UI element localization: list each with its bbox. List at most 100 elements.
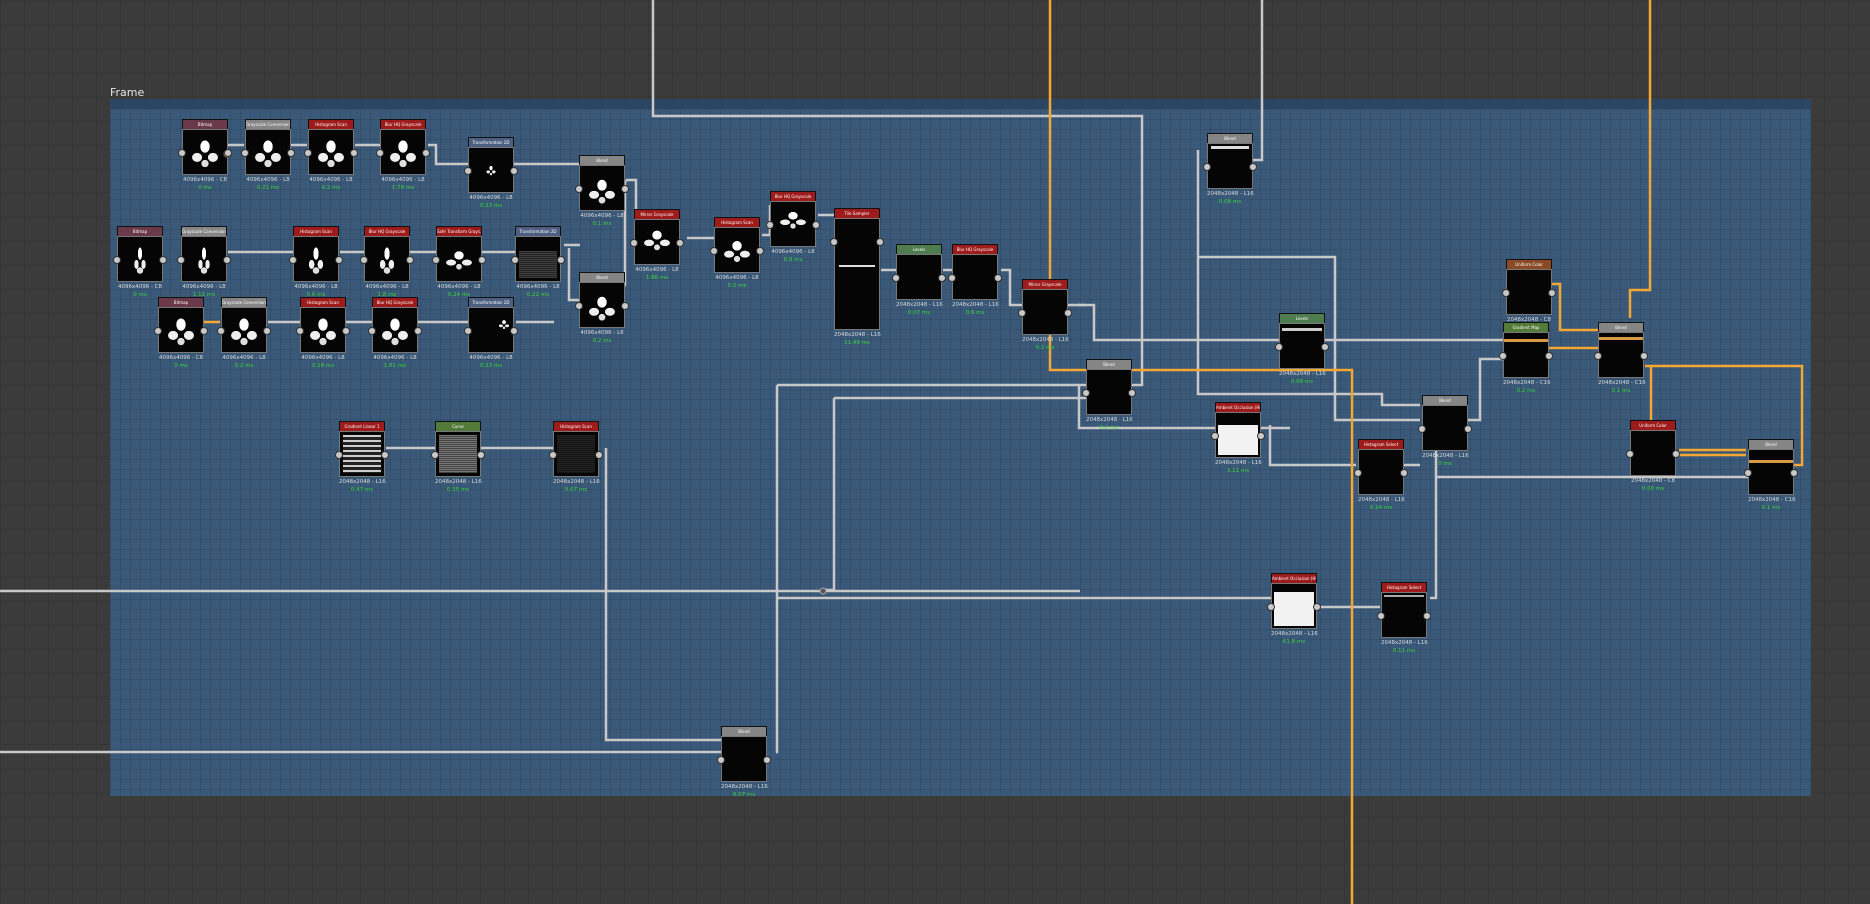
output-port[interactable] xyxy=(1423,612,1431,620)
input-port[interactable] xyxy=(431,451,439,459)
node-blend-8[interactable]: Blend 2048x2048 - L16 0.07 ms xyxy=(717,726,771,798)
output-port[interactable] xyxy=(342,327,350,335)
output-port[interactable] xyxy=(1249,163,1257,171)
input-port[interactable] xyxy=(178,149,186,157)
node-safe-transform-grayscale[interactable]: Safe Transform Grays... 4096x4096 - L8 0.2… xyxy=(432,226,486,298)
input-port[interactable] xyxy=(948,274,956,282)
output-port[interactable] xyxy=(938,274,946,282)
output-port[interactable] xyxy=(1313,603,1321,611)
input-port[interactable] xyxy=(1267,603,1275,611)
output-port[interactable] xyxy=(763,756,771,764)
node-histogram-scan-1[interactable]: Histogram Scan 4096x4096 - L8 0.2 ms xyxy=(304,119,358,191)
node-bitmap-1[interactable]: Bitmap 4096x4096 - C8 0 ms xyxy=(178,119,232,191)
input-port[interactable] xyxy=(717,756,725,764)
node-ambient-occlusion-2[interactable]: Ambient Occlusion (HB... 2048x2048 - L16 6… xyxy=(1267,573,1321,645)
node-blend-7[interactable]: Blend 2048x2048 - C16 0.1 ms xyxy=(1744,439,1798,511)
input-port[interactable] xyxy=(241,149,249,157)
node-tile-sampler[interactable]: Tile Sampler 2048x2048 - L16 11.49 ms xyxy=(830,208,884,346)
node-uniform-color-1[interactable]: Uniform Color 2048x2048 - C8 xyxy=(1502,259,1556,325)
output-port[interactable] xyxy=(350,149,358,157)
output-port[interactable] xyxy=(1790,469,1798,477)
node-ambient-occlusion-1[interactable]: Ambient Occlusion (HB... 2048x2048 - L16 3… xyxy=(1211,402,1265,474)
node-levels-1[interactable]: Levels 2048x2048 - L16 0.07 ms xyxy=(892,244,946,316)
output-port[interactable] xyxy=(1548,289,1556,297)
output-port[interactable] xyxy=(159,256,167,264)
node-histogram-scan-2[interactable]: Histogram Scan 4096x4096 - L8 0.6 ms xyxy=(289,226,343,298)
node-curve[interactable]: Curve 2048x2048 - L16 0.35 ms xyxy=(431,421,485,493)
output-port[interactable] xyxy=(812,221,820,229)
output-port[interactable] xyxy=(478,256,486,264)
input-port[interactable] xyxy=(464,327,472,335)
output-port[interactable] xyxy=(1400,469,1408,477)
output-port[interactable] xyxy=(1545,352,1553,360)
node-transformation-2d-2[interactable]: Transformation 2D 4096x4096 - L8 0.22 ms xyxy=(511,226,565,298)
node-transformation-2d-1[interactable]: Transformation 2D 4096x4096 - L8 0.23 ms xyxy=(464,137,518,209)
output-port[interactable] xyxy=(477,451,485,459)
node-blur-hq-grayscale-4[interactable]: Blur HQ Grayscale 4096x4096 - L8 0.8 ms xyxy=(766,191,820,263)
output-port[interactable] xyxy=(994,274,1002,282)
output-port[interactable] xyxy=(1257,432,1265,440)
node-blend-5[interactable]: Blend 2048x2048 - L16 0 ms xyxy=(1418,395,1472,467)
node-blend-4[interactable]: Blend 2048x2048 - L16 0.08 ms xyxy=(1203,133,1257,205)
input-port[interactable] xyxy=(1377,612,1385,620)
input-port[interactable] xyxy=(1275,343,1283,351)
node-blur-hq-grayscale-5[interactable]: Blur HQ Grayscale 2048x2048 - L16 0.6 ms xyxy=(948,244,1002,316)
node-blend-2[interactable]: Blend 4096x4096 - L8 0.2 ms xyxy=(575,272,629,344)
node-histogram-select-1[interactable]: Histogram Select 2048x2048 - L16 0.14 ms xyxy=(1354,439,1408,511)
node-blur-hq-grayscale-3[interactable]: Blur HQ Grayscale 4096x4096 - L8 1.61 ms xyxy=(368,297,422,369)
input-port[interactable] xyxy=(432,256,440,264)
input-port[interactable] xyxy=(335,451,343,459)
input-port[interactable] xyxy=(1594,352,1602,360)
output-port[interactable] xyxy=(510,167,518,175)
output-port[interactable] xyxy=(1672,450,1680,458)
output-port[interactable] xyxy=(676,239,684,247)
input-port[interactable] xyxy=(1744,469,1752,477)
node-blur-hq-grayscale-2[interactable]: Blur HQ Grayscale 4096x4096 - L8 1.8 ms xyxy=(360,226,414,298)
node-gradient-map[interactable]: Gradient Map 2048x2048 - C16 0.2 ms xyxy=(1499,322,1553,394)
input-port[interactable] xyxy=(296,327,304,335)
input-port[interactable] xyxy=(1626,450,1634,458)
output-port[interactable] xyxy=(621,185,629,193)
node-bitmap-2[interactable]: Bitmap 4096x4096 - C8 0 ms xyxy=(113,226,167,298)
input-port[interactable] xyxy=(376,149,384,157)
output-port[interactable] xyxy=(1064,309,1072,317)
node-transformation-2d-3[interactable]: Transformation 2D 4096x4096 - L8 0.23 ms xyxy=(464,297,518,369)
input-port[interactable] xyxy=(630,239,638,247)
output-port[interactable] xyxy=(510,327,518,335)
output-port[interactable] xyxy=(223,256,231,264)
input-port[interactable] xyxy=(1502,289,1510,297)
input-port[interactable] xyxy=(360,256,368,264)
input-port[interactable] xyxy=(892,274,900,282)
input-port[interactable] xyxy=(830,238,838,246)
input-port[interactable] xyxy=(575,185,583,193)
input-port[interactable] xyxy=(464,167,472,175)
input-port[interactable] xyxy=(154,327,162,335)
node-mirror-grayscale-1[interactable]: Mirror Grayscale 4096x4096 - L8 1.86 ms xyxy=(630,209,684,281)
node-histogram-scan-5[interactable]: Histogram Scan 2048x2048 - L16 0.07 ms xyxy=(549,421,603,493)
node-blur-hq-grayscale-1[interactable]: Blur HQ Grayscale 4096x4096 - L8 1.78 ms xyxy=(376,119,430,191)
input-port[interactable] xyxy=(1211,432,1219,440)
node-grayscale-conversion-2[interactable]: Grayscale Conversion 4096x4096 - L8 1.11 m… xyxy=(177,226,231,298)
input-port[interactable] xyxy=(217,327,225,335)
input-port[interactable] xyxy=(549,451,557,459)
output-port[interactable] xyxy=(224,149,232,157)
input-port[interactable] xyxy=(177,256,185,264)
node-grayscale-conversion-3[interactable]: Grayscale Conversion 4096x4096 - L8 0.2 ms xyxy=(217,297,271,369)
output-port[interactable] xyxy=(287,149,295,157)
output-port[interactable] xyxy=(381,451,389,459)
output-port[interactable] xyxy=(1128,389,1136,397)
input-port[interactable] xyxy=(368,327,376,335)
node-blend-1[interactable]: Blend 4096x4096 - L8 0.1 ms xyxy=(575,155,629,227)
output-port[interactable] xyxy=(595,451,603,459)
input-port[interactable] xyxy=(304,149,312,157)
output-port[interactable] xyxy=(406,256,414,264)
output-port[interactable] xyxy=(414,327,422,335)
output-port[interactable] xyxy=(756,247,764,255)
node-histogram-select-2[interactable]: Histogram Select 2048x2048 - L16 0.11 ms xyxy=(1377,582,1431,654)
output-port[interactable] xyxy=(557,256,565,264)
node-blend-3[interactable]: Blend 2048x2048 - L16 0.2 ms xyxy=(1082,359,1136,431)
input-port[interactable] xyxy=(1354,469,1362,477)
node-uniform-color-2[interactable]: Uniform Color 2048x2048 - C8 0.00 ms xyxy=(1626,420,1680,492)
input-port[interactable] xyxy=(1203,163,1211,171)
input-port[interactable] xyxy=(1082,389,1090,397)
